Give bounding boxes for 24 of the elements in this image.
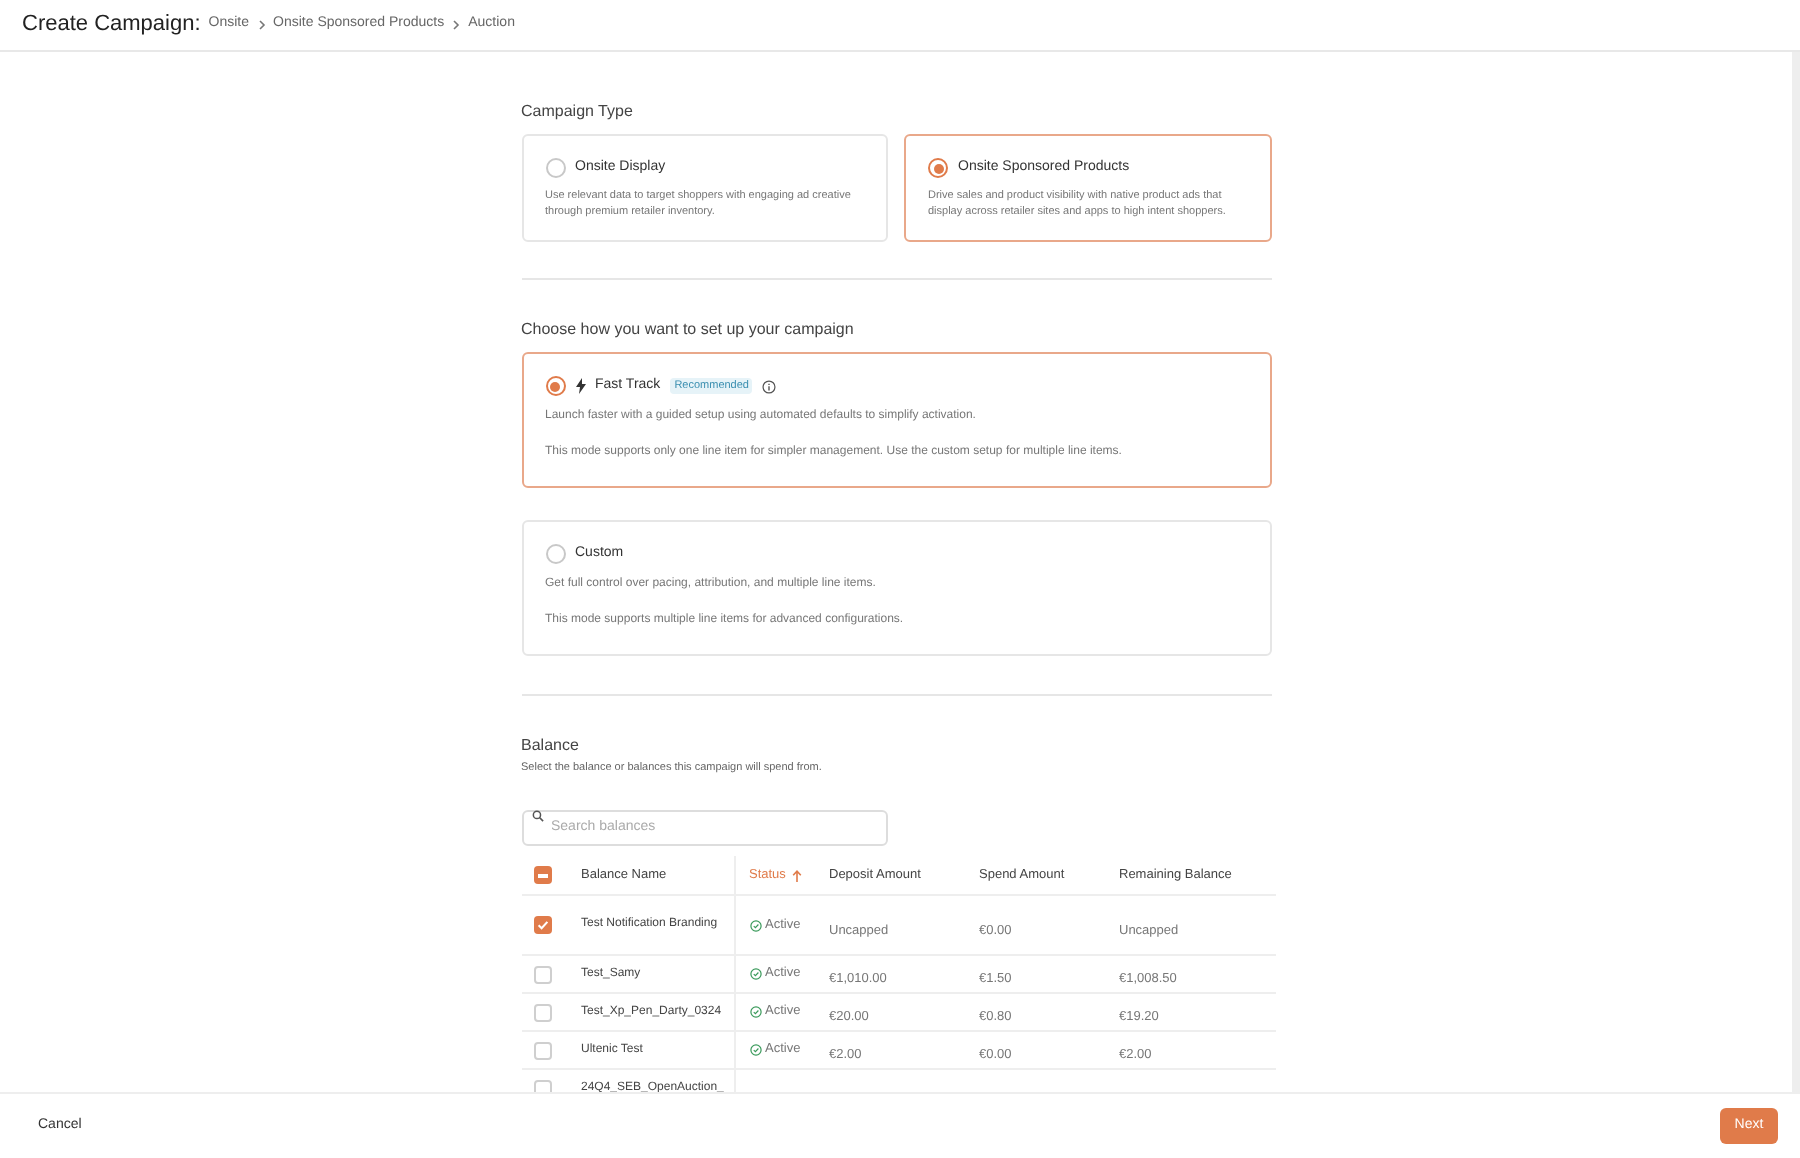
- sort-arrow-icon: [791, 869, 802, 882]
- chevron-icon: [452, 20, 461, 30]
- check-circle-icon: [749, 1006, 761, 1019]
- check-circle-icon: [749, 968, 761, 981]
- check-circle-icon: [749, 1044, 761, 1057]
- section-title: Balance: [521, 734, 581, 758]
- info-icon[interactable]: [762, 379, 777, 394]
- radio-button[interactable]: [545, 544, 565, 565]
- radio-button[interactable]: [928, 158, 948, 179]
- radio-button[interactable]: [545, 158, 565, 179]
- checkbox[interactable]: [533, 1079, 551, 1092]
- checkbox[interactable]: [533, 916, 551, 935]
- search-icon: [531, 810, 543, 823]
- chevron-icon: [257, 20, 266, 30]
- radio-button[interactable]: [545, 376, 565, 397]
- checkbox[interactable]: [533, 866, 551, 885]
- checkbox[interactable]: [533, 965, 551, 984]
- checkbox[interactable]: [533, 1003, 551, 1022]
- section-label: Campaign Type: [521, 100, 635, 124]
- page-title: Create Campaign:: [22, 10, 201, 41]
- check-circle-icon: [749, 919, 761, 932]
- checkbox[interactable]: [533, 1041, 551, 1060]
- section-label: Choose how you want to set up your campaign: [521, 318, 856, 342]
- lightning-icon: [575, 378, 585, 395]
